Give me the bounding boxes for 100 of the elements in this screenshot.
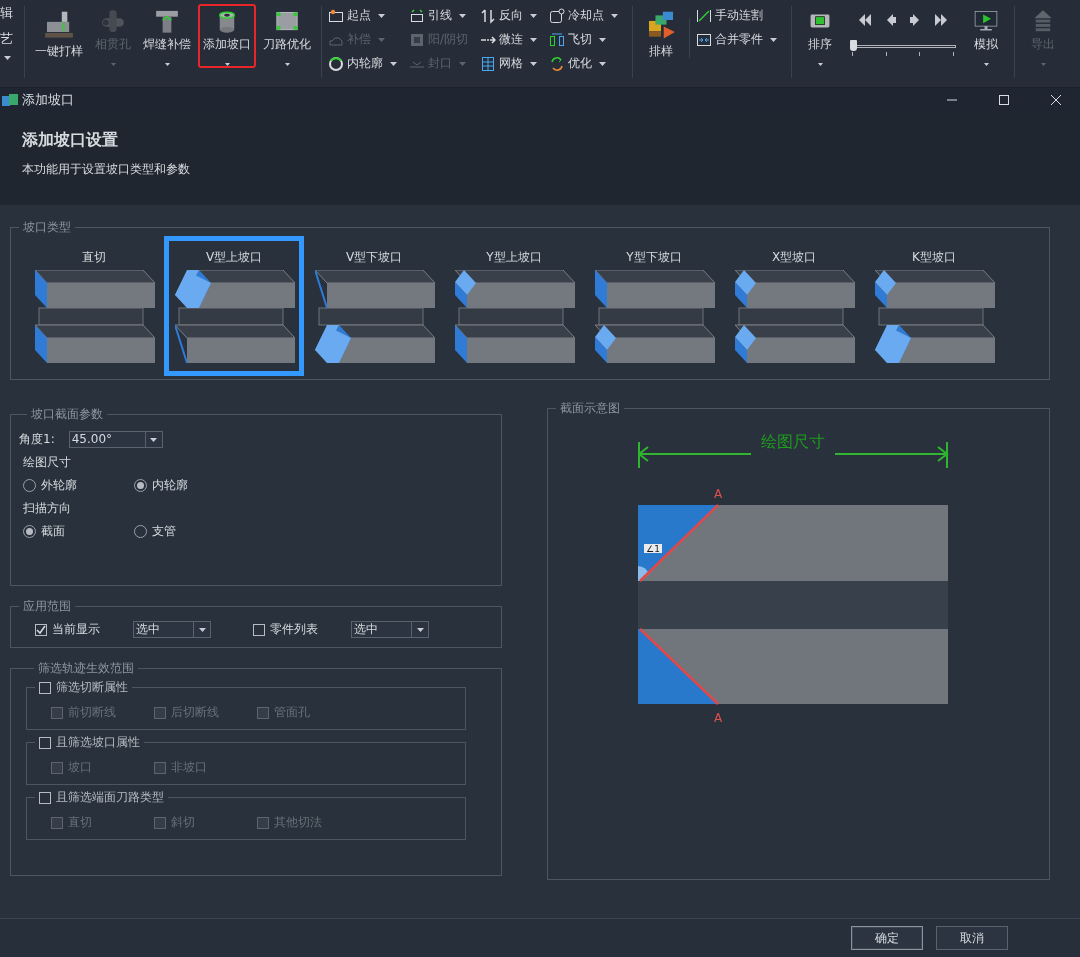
groove-option[interactable]: Y型下坡口: [584, 236, 724, 376]
section-marker: A: [713, 487, 723, 501]
checkbox[interactable]: [39, 736, 51, 749]
ribbon-button[interactable]: 合并零件: [694, 29, 780, 50]
groove-option[interactable]: Y型上坡口: [444, 236, 584, 376]
ribbon-button[interactable]: 飞切: [547, 29, 621, 50]
groove-label: Y型上坡口: [486, 249, 542, 266]
group-title: 应用范围: [22, 598, 72, 615]
grid-icon: [480, 55, 497, 72]
step-forward-icon[interactable]: [910, 14, 921, 26]
ribbon-button[interactable]: 添加坡口: [198, 4, 256, 68]
caret-icon: [163, 63, 171, 66]
group-title: 筛选轨迹生效范围: [37, 660, 135, 677]
checkbox[interactable]: [39, 681, 51, 694]
checkbox[interactable]: [35, 623, 47, 636]
caret-icon: [459, 61, 466, 66]
dropdown-field[interactable]: 选中: [133, 621, 211, 638]
groove-label: V型上坡口: [205, 249, 263, 266]
group-title: 截面示意图: [559, 400, 621, 417]
checkbox-label: 管面孔: [274, 704, 310, 721]
caret-icon: [459, 13, 466, 18]
dialog-button[interactable]: 取消: [936, 926, 1008, 950]
caret-icon: [390, 61, 397, 66]
caret-icon: [530, 13, 538, 18]
ribbon-button[interactable]: 网格: [478, 53, 540, 74]
caret-icon: [378, 13, 385, 18]
checkbox[interactable]: [253, 623, 265, 636]
ribbon-button[interactable]: 一键打样: [30, 4, 88, 68]
caret-icon: [109, 63, 117, 66]
checkbox-label: 筛选切断属性: [56, 679, 128, 696]
close-icon[interactable]: [1050, 94, 1062, 106]
merge-icon: [696, 31, 713, 48]
angle-label: ∠1: [644, 544, 662, 554]
rewind-icon[interactable]: [858, 14, 873, 26]
ribbon-button[interactable]: 刀路优化: [258, 4, 316, 68]
radio-label: 截面: [41, 523, 65, 540]
section-label: 绘图尺寸: [23, 454, 72, 471]
dropdown-field[interactable]: 选中: [351, 621, 429, 638]
groove-option[interactable]: 直切: [24, 236, 164, 376]
radio-label: 外轮廓: [41, 477, 77, 494]
dialog-button[interactable]: 确定: [851, 926, 923, 950]
ribbon-button[interactable]: 模拟: [963, 4, 1010, 68]
caret-icon: [416, 627, 424, 632]
step-back-icon[interactable]: [886, 14, 897, 26]
group-title: 坡口截面参数: [30, 406, 104, 423]
cycle-arrows-icon: [549, 55, 566, 72]
field-label: 角度1:: [19, 431, 55, 448]
app-icon: [2, 93, 18, 107]
ribbon-button[interactable]: 焊缝补偿: [138, 4, 196, 68]
ribbon-button[interactable]: 反向: [478, 5, 540, 26]
ribbon-button[interactable]: 辑: [0, 4, 13, 22]
ring-icon: [328, 55, 344, 72]
caret-icon: [4, 56, 11, 60]
diagonal-line-icon: [696, 7, 713, 24]
maximize-icon[interactable]: [998, 94, 1010, 106]
fast-forward-icon[interactable]: [934, 14, 949, 26]
caret-icon: [816, 63, 824, 66]
ribbon-button[interactable]: 排样: [638, 4, 685, 68]
swap-arrows-icon: [480, 7, 497, 24]
checkbox[interactable]: [39, 791, 51, 804]
ribbon-button[interactable]: 引线: [407, 5, 471, 26]
caret-icon: [530, 37, 538, 42]
cooling-point-icon: [549, 7, 566, 24]
ribbon-button[interactable]: 微连: [478, 29, 540, 50]
caret-icon: [283, 63, 291, 66]
slider-thumb[interactable]: [850, 40, 858, 51]
caret-icon: [530, 61, 538, 66]
ribbon-button[interactable]: 冷却点: [547, 5, 621, 26]
section-marker: A: [713, 711, 723, 725]
caret-icon: [770, 37, 778, 42]
caret-icon: [982, 63, 990, 66]
ribbon-button[interactable]: 内轮廓: [326, 53, 399, 74]
ribbon-button[interactable]: 优化: [547, 53, 621, 74]
checkbox-label: 其他切法: [274, 814, 322, 831]
checkbox-label: 非坡口: [171, 759, 207, 776]
dropdown-field[interactable]: 45.00°: [68, 431, 163, 448]
dialog-heading: 添加坡口设置: [22, 130, 119, 151]
caret-icon: [611, 13, 619, 18]
dialog-description: 本功能用于设置坡口类型和参数: [22, 161, 191, 178]
caret-icon: [599, 37, 607, 42]
groove-label: X型坡口: [771, 249, 817, 266]
ribbon-button[interactable]: 手动连割: [694, 5, 780, 26]
groove-option[interactable]: V型下坡口: [304, 236, 444, 376]
groove-option[interactable]: K型坡口: [864, 236, 1004, 376]
lead-line-icon: [409, 7, 425, 24]
ribbon-button[interactable]: 艺: [0, 30, 13, 48]
groove-label: Y型下坡口: [626, 249, 682, 266]
ribbon-button[interactable]: 起点: [326, 5, 399, 26]
radio-label: 支管: [152, 523, 176, 540]
radio-label: 内轮廓: [152, 477, 188, 494]
groove-option[interactable]: X型坡口: [724, 236, 864, 376]
ribbon-button[interactable]: 排序: [797, 4, 844, 68]
groove-label: 直切: [82, 249, 106, 266]
progress-slider[interactable]: [850, 40, 957, 56]
checkbox-label: 斜切: [171, 814, 195, 831]
checkbox-label: 前切断线: [68, 704, 116, 721]
dimension-label: 绘图尺寸: [761, 432, 825, 451]
caret-icon: [1039, 63, 1047, 66]
groove-option[interactable]: V型上坡口: [164, 236, 304, 376]
groove-label: V型下坡口: [345, 249, 403, 266]
